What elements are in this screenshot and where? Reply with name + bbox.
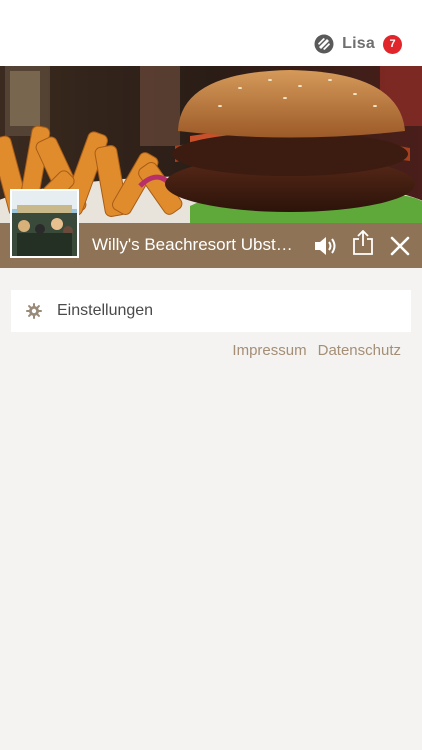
station-title: Willy's Beachresort Ubstadt-Weiher (92, 235, 302, 254)
now-playing-bar[interactable]: Willy's Beachresort Ubstadt-Weiher (0, 189, 422, 268)
gear-icon (26, 303, 42, 319)
settings-menu-item[interactable]: Einstellungen (11, 290, 411, 332)
impressum-link[interactable]: Impressum (232, 342, 306, 359)
user-name: Lisa (342, 35, 375, 52)
app-header: Lisa 7 (0, 0, 422, 66)
share-icon[interactable] (348, 228, 378, 258)
close-icon[interactable] (385, 231, 415, 261)
station-thumbnail[interactable] (10, 189, 79, 258)
settings-label: Einstellungen (57, 302, 154, 319)
notification-badge[interactable]: 7 (383, 34, 402, 54)
user-profile-chip[interactable]: Lisa 7 (314, 33, 402, 55)
datenschutz-link[interactable]: Datenschutz (318, 342, 401, 359)
footer-links: Impressum Datenschutz (232, 342, 401, 359)
app-logo-icon (314, 34, 334, 54)
volume-icon[interactable] (311, 231, 341, 261)
